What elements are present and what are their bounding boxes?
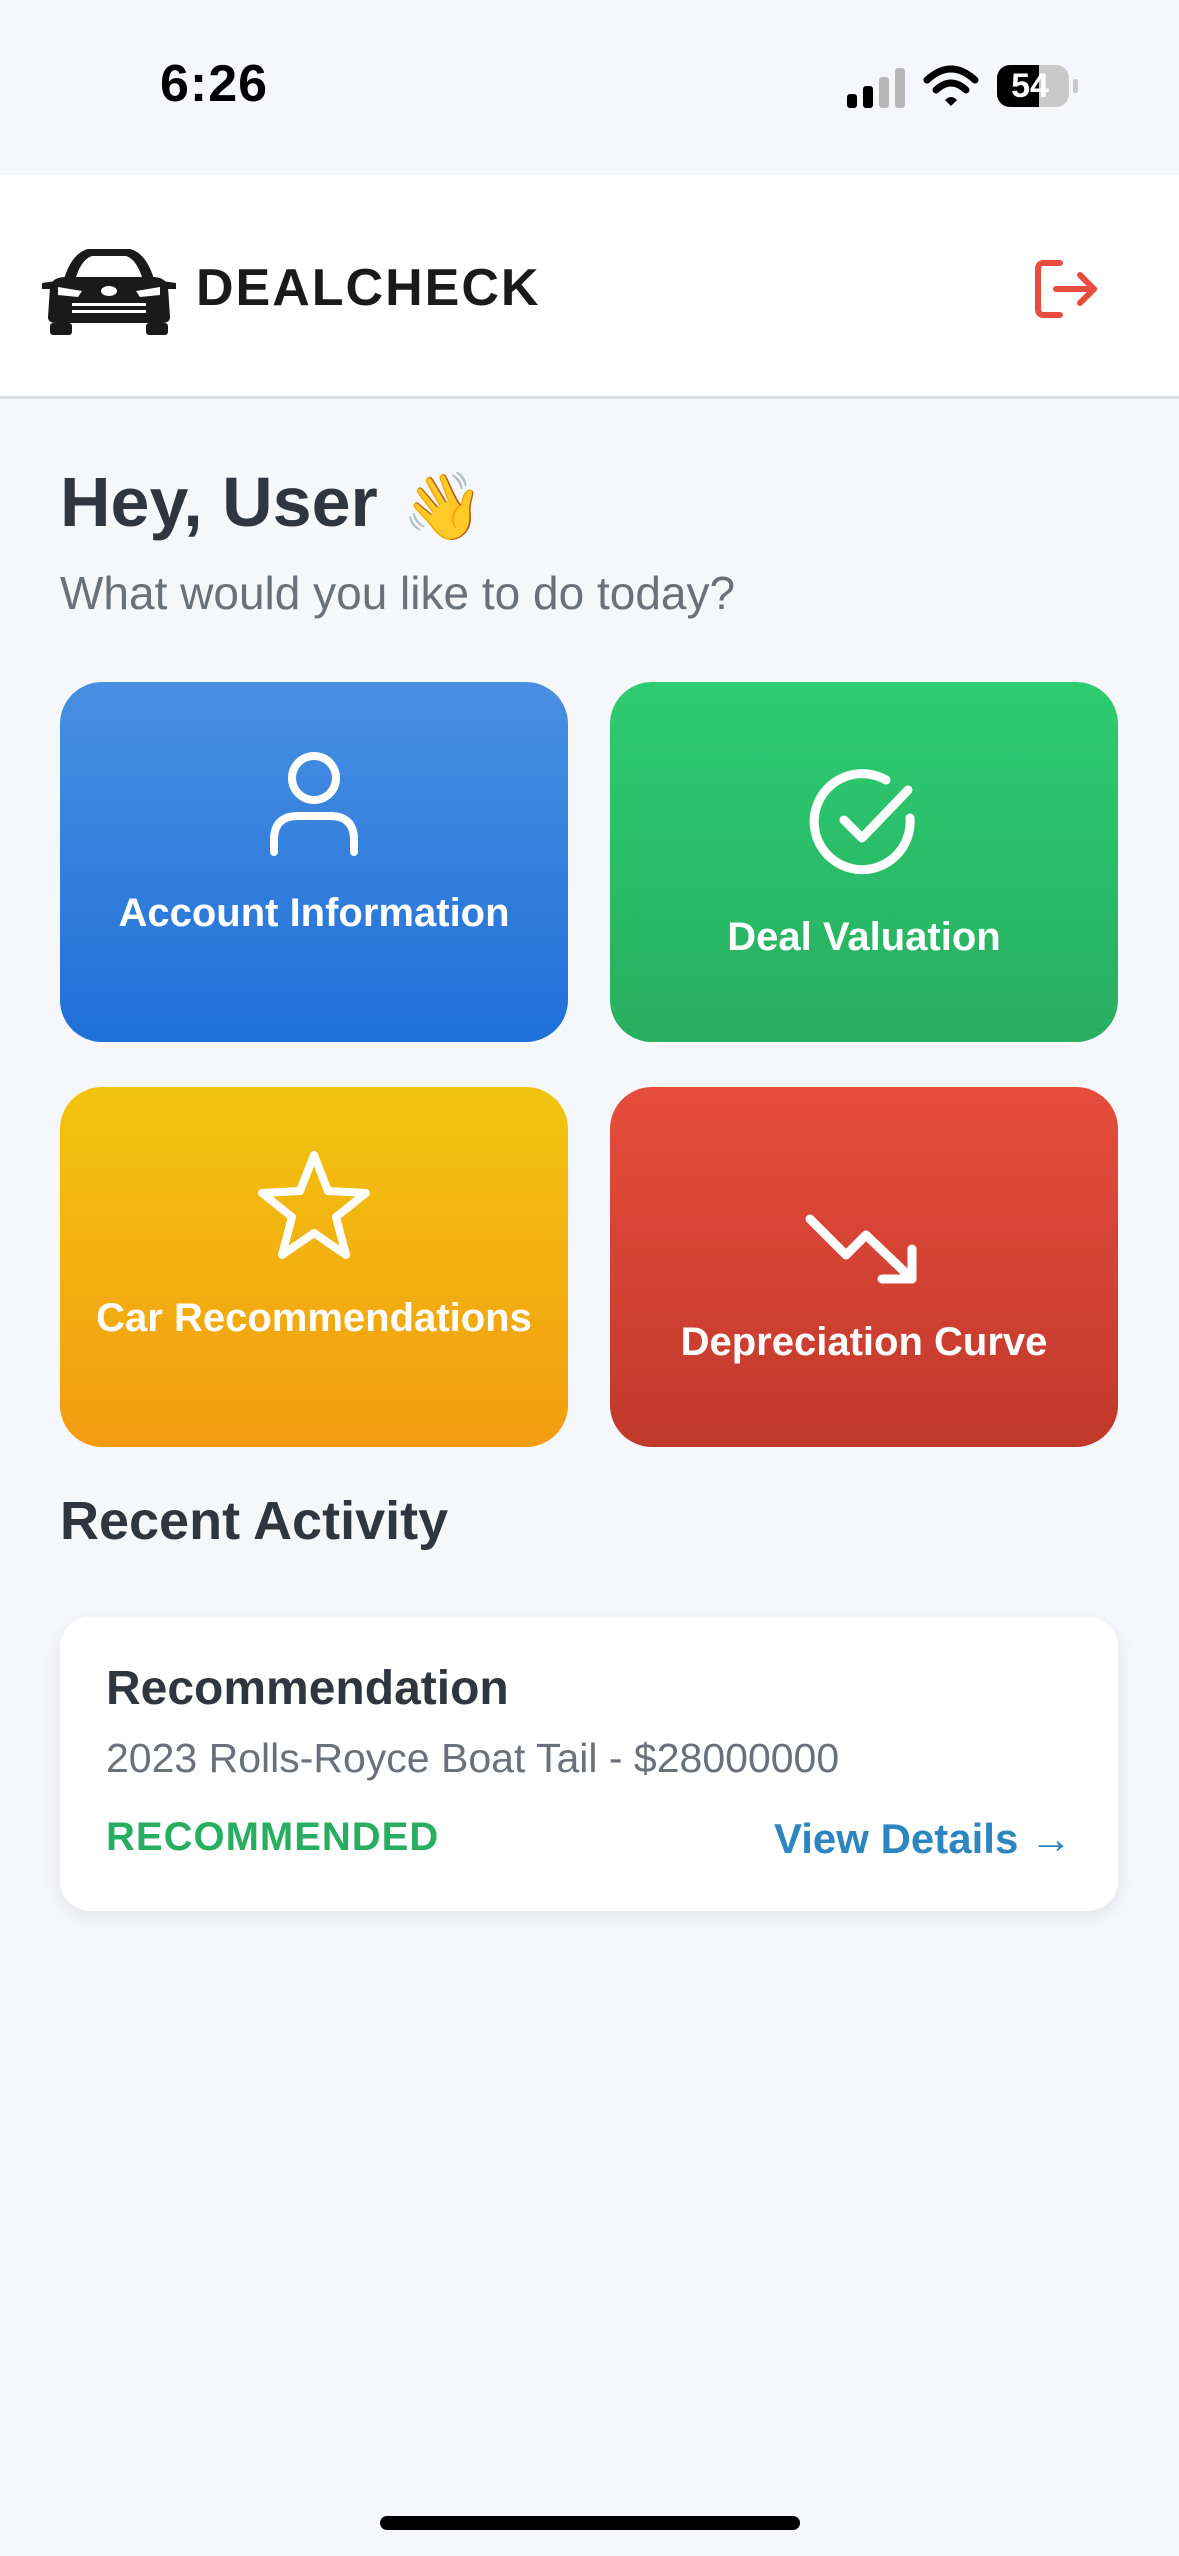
view-details-link[interactable]: View Details → — [774, 1815, 1072, 1863]
logout-icon[interactable] — [1030, 253, 1102, 325]
waving-hand-icon: 👋 — [402, 469, 485, 543]
deal-valuation-label: Deal Valuation — [727, 915, 1001, 959]
depreciation-curve-button[interactable]: Depreciation Curve — [610, 1087, 1118, 1447]
activity-card[interactable]: Recommendation 2023 Rolls-Royce Boat Tai… — [60, 1617, 1118, 1911]
check-circle-icon — [809, 769, 915, 875]
cellular-signal-icon — [847, 68, 905, 108]
brand-name: DEALCHECK — [196, 259, 541, 317]
car-recommendations-label: Car Recommendations — [96, 1296, 532, 1340]
car-recommendations-button[interactable]: Car Recommendations — [60, 1087, 568, 1447]
status-badge: RECOMMENDED — [106, 1815, 440, 1859]
star-icon — [258, 1151, 370, 1259]
battery-level: 54 — [1011, 67, 1049, 105]
activity-title: Recommendation — [106, 1662, 509, 1715]
status-bar: 6:26 54 — [0, 0, 1179, 175]
depreciation-curve-label: Depreciation Curve — [680, 1320, 1048, 1364]
activity-subtitle: 2023 Rolls-Royce Boat Tail - $28000000 — [106, 1735, 840, 1781]
status-time: 6:26 — [160, 55, 269, 113]
recent-activity-title: Recent Activity — [60, 1491, 449, 1551]
wifi-icon — [923, 65, 979, 106]
greeting-subtitle: What would you like to do today? — [60, 567, 736, 619]
trending-down-icon — [805, 1214, 917, 1284]
home-indicator[interactable] — [380, 2516, 800, 2530]
account-information-label: Account Information — [118, 891, 510, 935]
greeting-title: Hey, User — [60, 463, 378, 541]
deal-valuation-button[interactable]: Deal Valuation — [610, 682, 1118, 1042]
app-header: DEALCHECK — [0, 175, 1179, 399]
user-icon — [270, 752, 358, 856]
car-front-icon — [42, 249, 176, 335]
account-information-button[interactable]: Account Information — [60, 682, 568, 1042]
